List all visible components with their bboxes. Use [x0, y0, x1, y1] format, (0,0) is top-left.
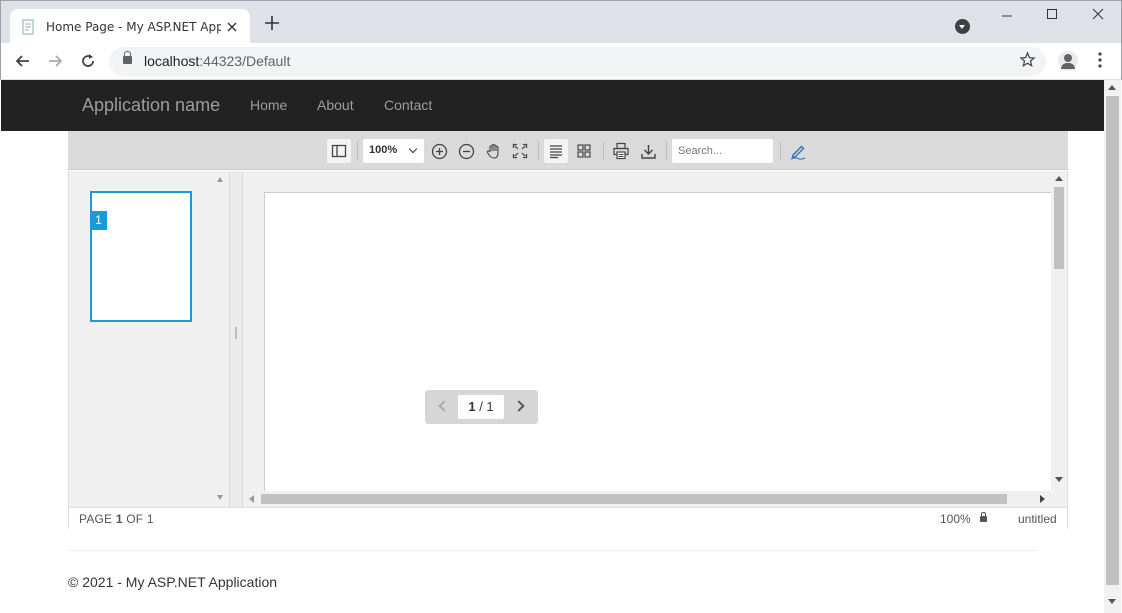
print-icon[interactable]	[609, 139, 633, 163]
new-tab-button[interactable]	[262, 15, 282, 35]
scroll-down-icon[interactable]	[1055, 477, 1063, 482]
url-text: localhost:44323/Default	[144, 53, 291, 69]
chevron-down-icon	[408, 144, 418, 154]
forward-arrow-icon[interactable]	[45, 52, 65, 72]
scroll-down-icon[interactable]	[217, 495, 223, 500]
status-filename: untitled	[1018, 512, 1057, 526]
document-pane	[243, 171, 1067, 507]
page-icon	[20, 19, 36, 35]
status-page-info: PAGE 1 OF 1	[79, 512, 154, 526]
grid-view-icon[interactable]	[572, 139, 596, 163]
nav-link-contact[interactable]: Contact	[384, 97, 432, 113]
nav-link-home[interactable]: Home	[250, 97, 287, 113]
toolbar-divider	[538, 142, 539, 160]
thumbnail-pane: 1	[69, 171, 229, 507]
maximize-button[interactable]	[1029, 7, 1075, 27]
pan-hand-icon[interactable]	[481, 139, 505, 163]
minimize-button[interactable]	[984, 7, 1030, 27]
fit-page-icon[interactable]	[508, 139, 532, 163]
document-vertical-scrollbar[interactable]	[1051, 171, 1067, 491]
zoom-out-icon[interactable]	[454, 139, 478, 163]
nav-link-about[interactable]: About	[317, 97, 354, 113]
scroll-right-icon[interactable]	[1040, 495, 1045, 503]
pane-splitter[interactable]	[229, 171, 243, 507]
pdf-viewer: 100% Search... 1 1 / 1 PAGE 1 OF 1 100% …	[68, 131, 1068, 529]
toolbar-divider	[357, 142, 358, 160]
tab-title: Home Page - My ASP.NET Applic	[46, 19, 221, 34]
close-icon[interactable]	[224, 19, 240, 35]
toolbar-divider	[603, 142, 604, 160]
thumbnail-page-number: 1	[90, 211, 107, 230]
splitter-grip-icon	[235, 327, 237, 339]
chevron-left-icon[interactable]	[438, 400, 450, 412]
search-input[interactable]	[672, 139, 773, 163]
footer-divider	[68, 550, 1038, 551]
toolbar-divider	[666, 142, 667, 160]
download-icon[interactable]	[636, 139, 660, 163]
single-page-view-icon[interactable]	[544, 139, 568, 163]
page-viewport: Application name Home About Contact 100%	[1, 80, 1121, 613]
scroll-up-icon[interactable]	[1055, 176, 1063, 181]
brand-link[interactable]: Application name	[82, 95, 220, 116]
scroll-down-icon[interactable]	[1108, 599, 1116, 604]
scroll-left-icon[interactable]	[249, 495, 254, 503]
status-bar: PAGE 1 OF 1 100% untitled	[69, 507, 1067, 529]
toolbar-divider	[780, 142, 781, 160]
profile-avatar-icon[interactable]	[1058, 51, 1078, 71]
page-indicator[interactable]: 1 / 1	[458, 395, 504, 419]
address-bar[interactable]: localhost:44323/Default	[109, 47, 1046, 76]
zoom-select[interactable]: 100%	[363, 139, 424, 163]
document-horizontal-scrollbar[interactable]	[243, 491, 1051, 507]
page-scrollbar[interactable]	[1104, 80, 1121, 613]
scrollbar-thumb[interactable]	[1054, 187, 1064, 269]
lock-icon	[980, 512, 987, 522]
browser-tab[interactable]: Home Page - My ASP.NET Applic	[10, 9, 250, 44]
zoom-in-icon[interactable]	[427, 139, 451, 163]
zoom-value: 100%	[369, 144, 398, 156]
page-thumbnail[interactable]: 1	[90, 191, 192, 322]
site-navbar: Application name Home About Contact	[1, 80, 1104, 131]
scroll-up-icon[interactable]	[1108, 85, 1116, 90]
sidebar-toggle-icon[interactable]	[327, 139, 351, 163]
pdf-toolbar: 100%	[69, 132, 1067, 170]
annotate-pen-icon[interactable]	[786, 139, 810, 163]
document-page	[264, 192, 1054, 492]
page-navigator: 1 / 1	[425, 390, 538, 424]
scrollbar-thumb[interactable]	[261, 494, 1007, 504]
status-zoom: 100%	[940, 512, 971, 526]
bookmark-star-icon[interactable]	[1019, 51, 1036, 73]
scroll-up-icon[interactable]	[217, 177, 223, 182]
browser-toolbar: localhost:44323/Default	[0, 43, 1122, 80]
browser-tab-strip: Home Page - My ASP.NET Applic	[0, 0, 1122, 44]
reload-icon[interactable]	[78, 52, 98, 72]
tab-search-icon[interactable]	[955, 19, 970, 34]
scrollbar-thumb[interactable]	[1106, 96, 1119, 585]
chevron-right-icon[interactable]	[513, 400, 525, 412]
footer-copyright: © 2021 - My ASP.NET Application	[68, 574, 278, 590]
more-menu-icon[interactable]	[1094, 52, 1106, 72]
back-arrow-icon[interactable]	[13, 52, 33, 72]
lock-icon[interactable]	[123, 51, 132, 64]
window-close-button[interactable]	[1075, 7, 1121, 27]
